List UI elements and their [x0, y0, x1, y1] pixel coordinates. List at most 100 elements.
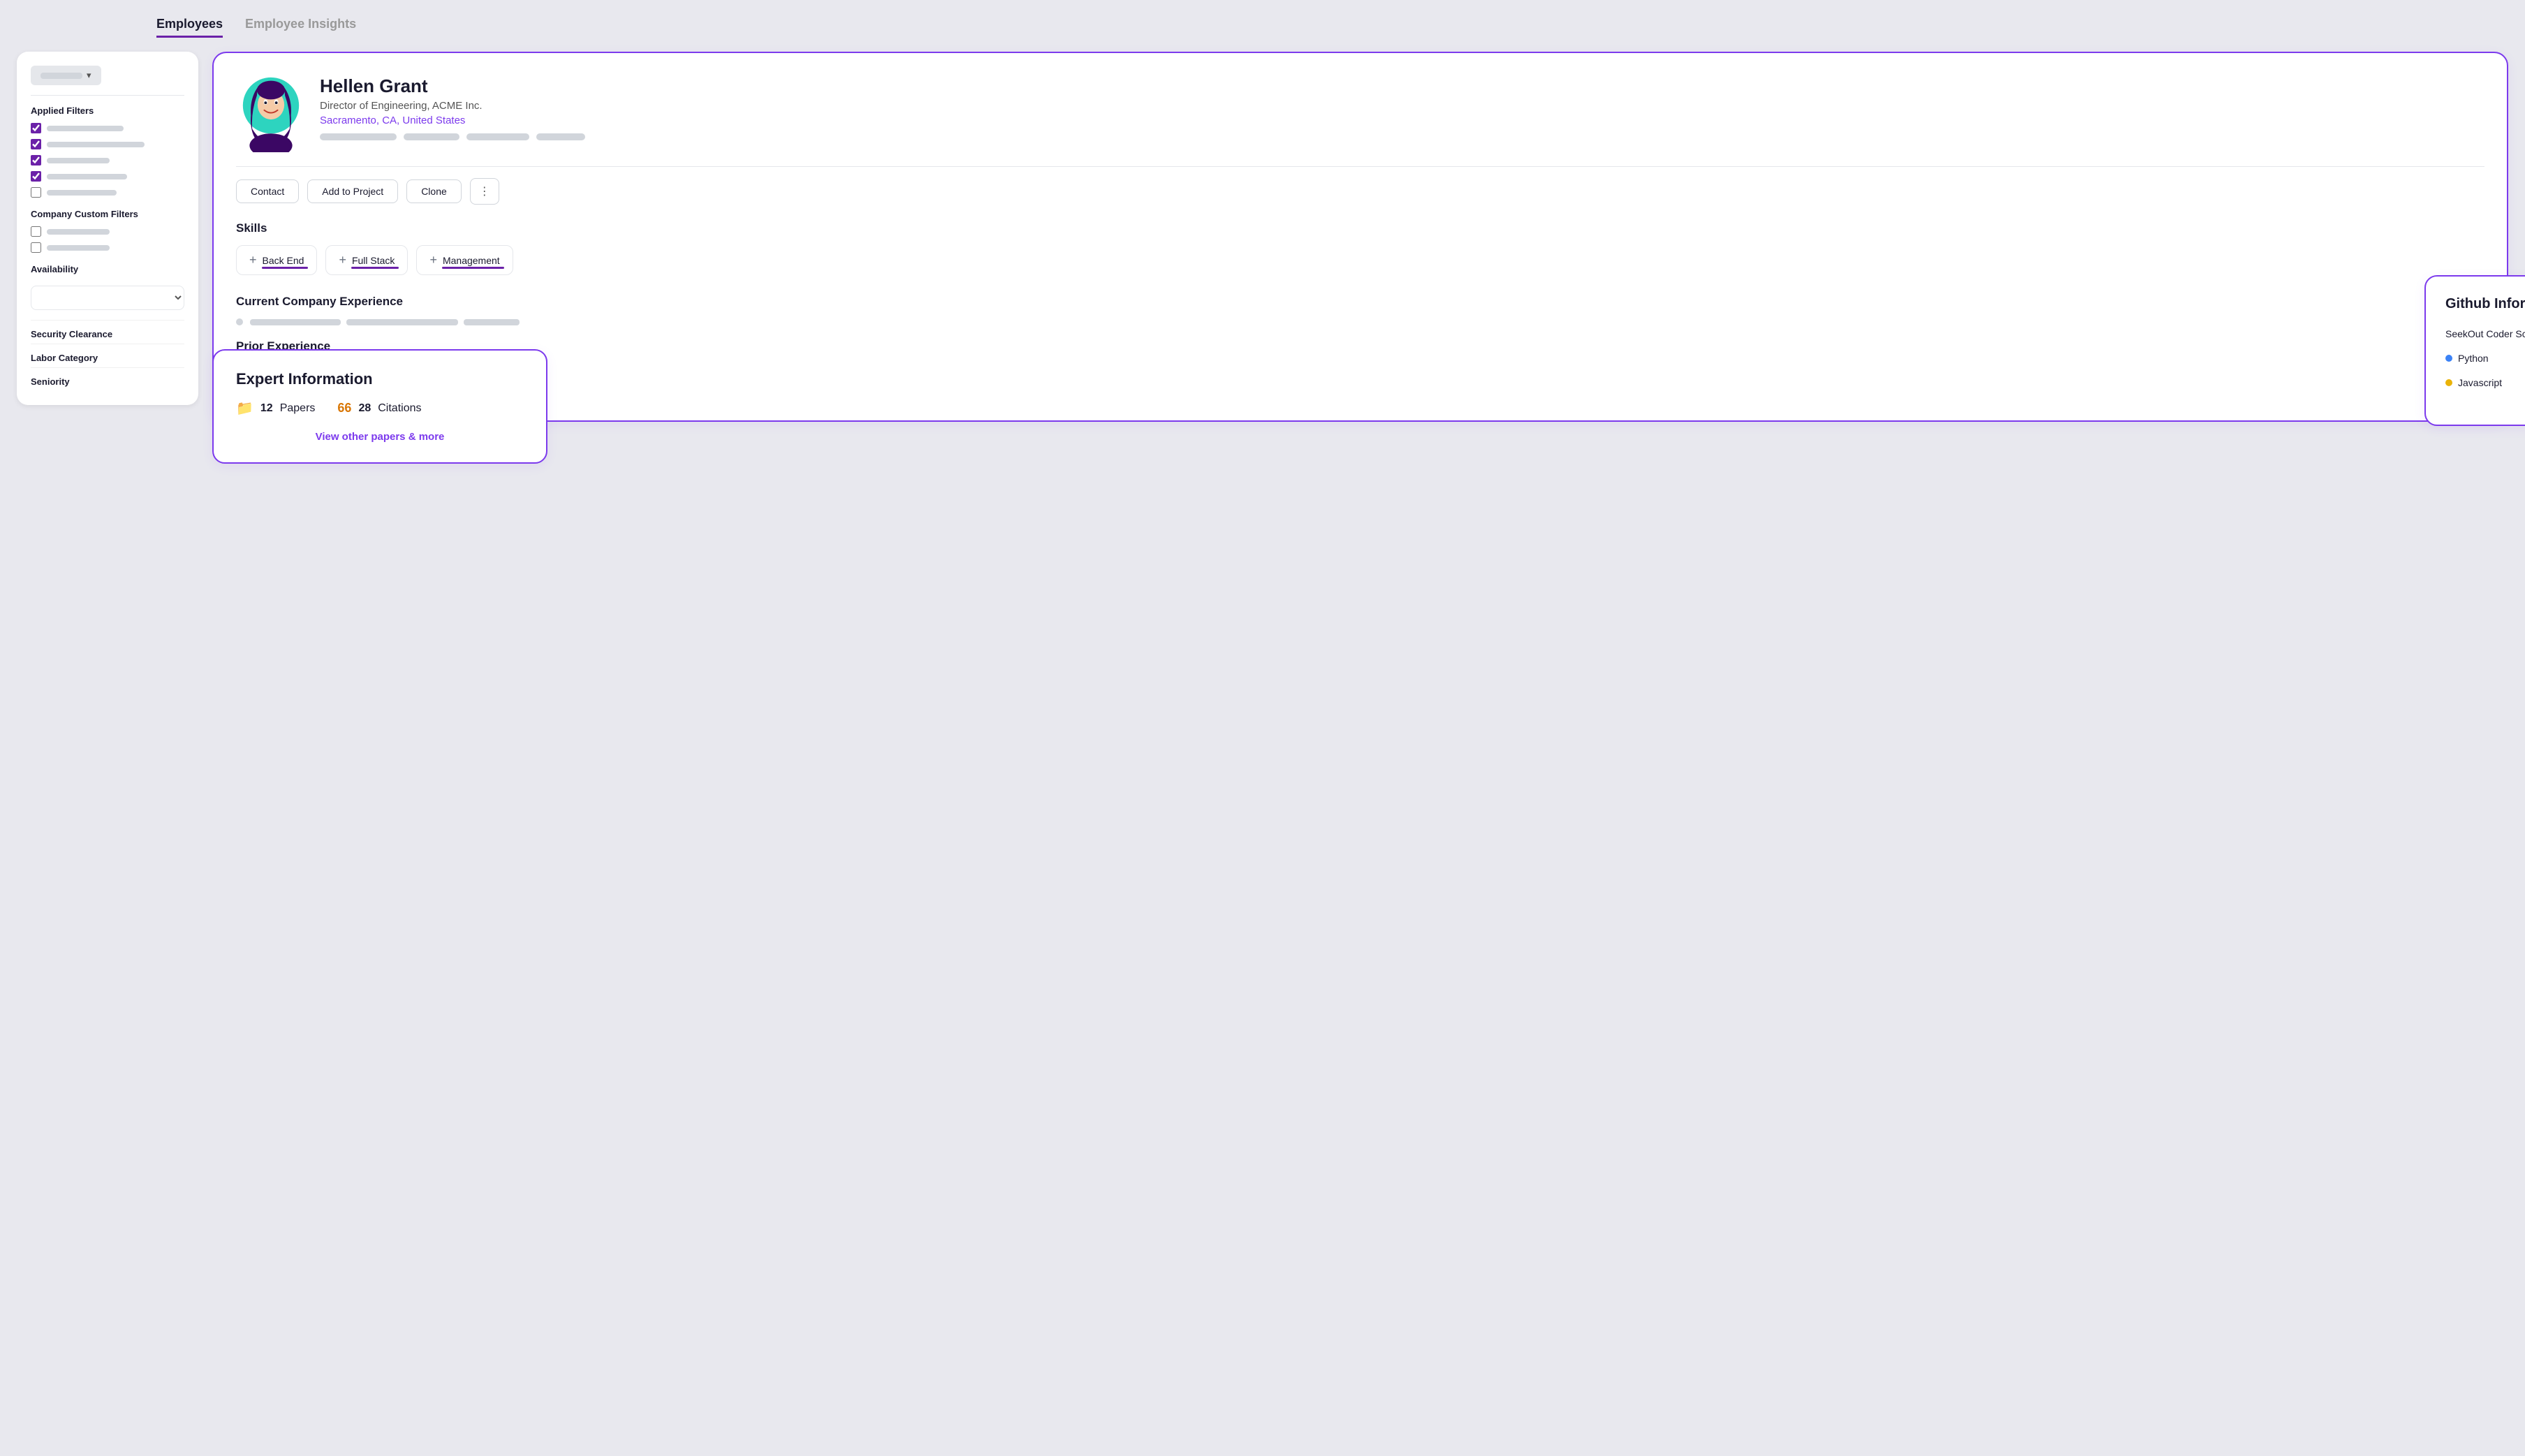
skill-plus-icon-3: +	[429, 253, 437, 267]
citations-count: 28	[358, 402, 371, 415]
profile-tag-2	[404, 133, 459, 140]
profile-location: Sacramento, CA, United States	[320, 115, 585, 126]
skills-title: Skills	[236, 221, 2484, 235]
filter-checkbox-1[interactable]	[31, 123, 41, 133]
avatar	[236, 75, 306, 152]
current-experience: Current Company Experience	[236, 295, 2484, 325]
sidebar-divider	[31, 95, 184, 96]
citations-stat: 66 28 Citations	[337, 399, 421, 417]
availability-title: Availability	[31, 264, 184, 274]
exp-dot-1	[236, 318, 243, 325]
custom-filter-item-2	[31, 242, 184, 253]
filter-bar-1	[47, 126, 124, 131]
seniority-title[interactable]: Seniority	[31, 376, 184, 387]
availability-select[interactable]	[31, 286, 184, 310]
filter-checkbox-4[interactable]	[31, 171, 41, 182]
view-more-link[interactable]: View other papers & more	[236, 431, 524, 443]
main-layout: ▾ Applied Filters	[17, 52, 2508, 422]
expert-card-title: Expert Information	[236, 370, 524, 388]
profile-info: Hellen Grant Director of Engineering, AC…	[320, 75, 585, 146]
profile-divider	[236, 166, 2484, 167]
tabs-bar: Employees Employee Insights	[17, 17, 2508, 38]
github-card-title: Github Information	[2445, 296, 2525, 312]
profile-name: Hellen Grant	[320, 75, 585, 97]
python-row: Python ★ ★ ★ ★ ★	[2445, 351, 2525, 365]
prior-exp-title: Prior Experience	[236, 339, 2484, 353]
tab-insights[interactable]: Employee Insights	[245, 17, 356, 38]
skill-chip-3[interactable]: + Management	[416, 245, 513, 275]
javascript-name: Javascript	[2458, 377, 2502, 388]
papers-stat: 📁 12 Papers	[236, 399, 315, 417]
seekout-score-label: SeekOut Coder Score	[2445, 328, 2525, 339]
seniority-section: Seniority	[31, 367, 184, 391]
exp-bars-1	[250, 319, 520, 325]
expert-stats: 📁 12 Papers 66 28 Citations	[236, 399, 524, 417]
papers-icon: 📁	[236, 399, 253, 417]
filter-item	[31, 171, 184, 182]
dropdown-bar	[41, 73, 82, 79]
exp-bar-c	[464, 319, 520, 325]
current-exp-title: Current Company Experience	[236, 295, 2484, 309]
profile-tags	[320, 133, 585, 140]
labor-category-section: Labor Category	[31, 344, 184, 367]
clone-button[interactable]: Clone	[406, 179, 462, 203]
applied-filters-section: Applied Filters	[31, 105, 184, 198]
profile-tag-4	[536, 133, 585, 140]
dropdown-button[interactable]: ▾	[31, 66, 101, 85]
filter-item	[31, 187, 184, 198]
profile-card: Hellen Grant Director of Engineering, AC…	[212, 52, 2508, 422]
custom-bar-1	[47, 229, 110, 235]
prior-exp-item-2	[236, 377, 2484, 384]
python-label: Python	[2445, 353, 2489, 364]
security-clearance-title[interactable]: Security Clearance	[31, 329, 184, 339]
dropdown-chevron: ▾	[87, 70, 91, 81]
skill-chip-2[interactable]: + Full Stack	[325, 245, 408, 275]
citations-icon: 66	[337, 401, 351, 416]
skill-chip-1[interactable]: + Back End	[236, 245, 317, 275]
python-dot	[2445, 355, 2452, 362]
skill-underline-2	[351, 267, 399, 269]
company-custom-section: Company Custom Filters	[31, 209, 184, 253]
javascript-label: Javascript	[2445, 377, 2502, 388]
github-card: Github Information SeekOut Coder Score ★…	[2424, 275, 2525, 426]
javascript-dot	[2445, 379, 2452, 386]
citations-label: Citations	[378, 402, 421, 415]
custom-bar-2	[47, 245, 110, 251]
more-options-button[interactable]: ⋮	[470, 178, 499, 205]
expert-card: Expert Information 📁 12 Papers 66 28 Cit…	[212, 349, 547, 464]
filter-item	[31, 139, 184, 149]
profile-tag-3	[466, 133, 529, 140]
filter-checkbox-3[interactable]	[31, 155, 41, 166]
filter-bar-2	[47, 142, 145, 147]
skill-label-2: Full Stack	[352, 255, 395, 266]
tab-employees[interactable]: Employees	[156, 17, 223, 38]
filter-bar-5	[47, 190, 117, 196]
contact-button[interactable]: Contact	[236, 179, 299, 203]
filter-item	[31, 155, 184, 166]
skills-row: + Back End + Full Stack + Management	[236, 245, 2484, 275]
custom-checkbox-2[interactable]	[31, 242, 41, 253]
sidebar-dropdown: ▾	[31, 66, 184, 85]
javascript-row: Javascript ★ ★ ★ ★ ★	[2445, 375, 2525, 390]
filter-checkbox-2[interactable]	[31, 139, 41, 149]
skill-label-1: Back End	[263, 255, 304, 266]
skill-plus-icon-2: +	[339, 253, 346, 267]
skill-underline-1	[262, 267, 308, 269]
papers-count: 12	[260, 402, 273, 415]
skill-underline-3	[442, 267, 503, 269]
exp-bar-a	[250, 319, 341, 325]
custom-checkbox-1[interactable]	[31, 226, 41, 237]
filter-bar-4	[47, 174, 127, 179]
papers-label: Papers	[280, 402, 316, 415]
filter-checkbox-5[interactable]	[31, 187, 41, 198]
more-languages-link[interactable]: +2 More Languages	[2445, 399, 2525, 411]
profile-area: Hellen Grant Director of Engineering, AC…	[212, 52, 2508, 422]
avatar-svg	[236, 75, 306, 152]
applied-filters-title: Applied Filters	[31, 105, 184, 116]
profile-title: Director of Engineering, ACME Inc.	[320, 100, 585, 112]
seekout-score-row: SeekOut Coder Score ★ ★ ★ ★ ★	[2445, 326, 2525, 341]
exp-bar-b	[346, 319, 458, 325]
add-to-project-button[interactable]: Add to Project	[307, 179, 398, 203]
labor-category-title[interactable]: Labor Category	[31, 353, 184, 363]
company-custom-title: Company Custom Filters	[31, 209, 184, 219]
